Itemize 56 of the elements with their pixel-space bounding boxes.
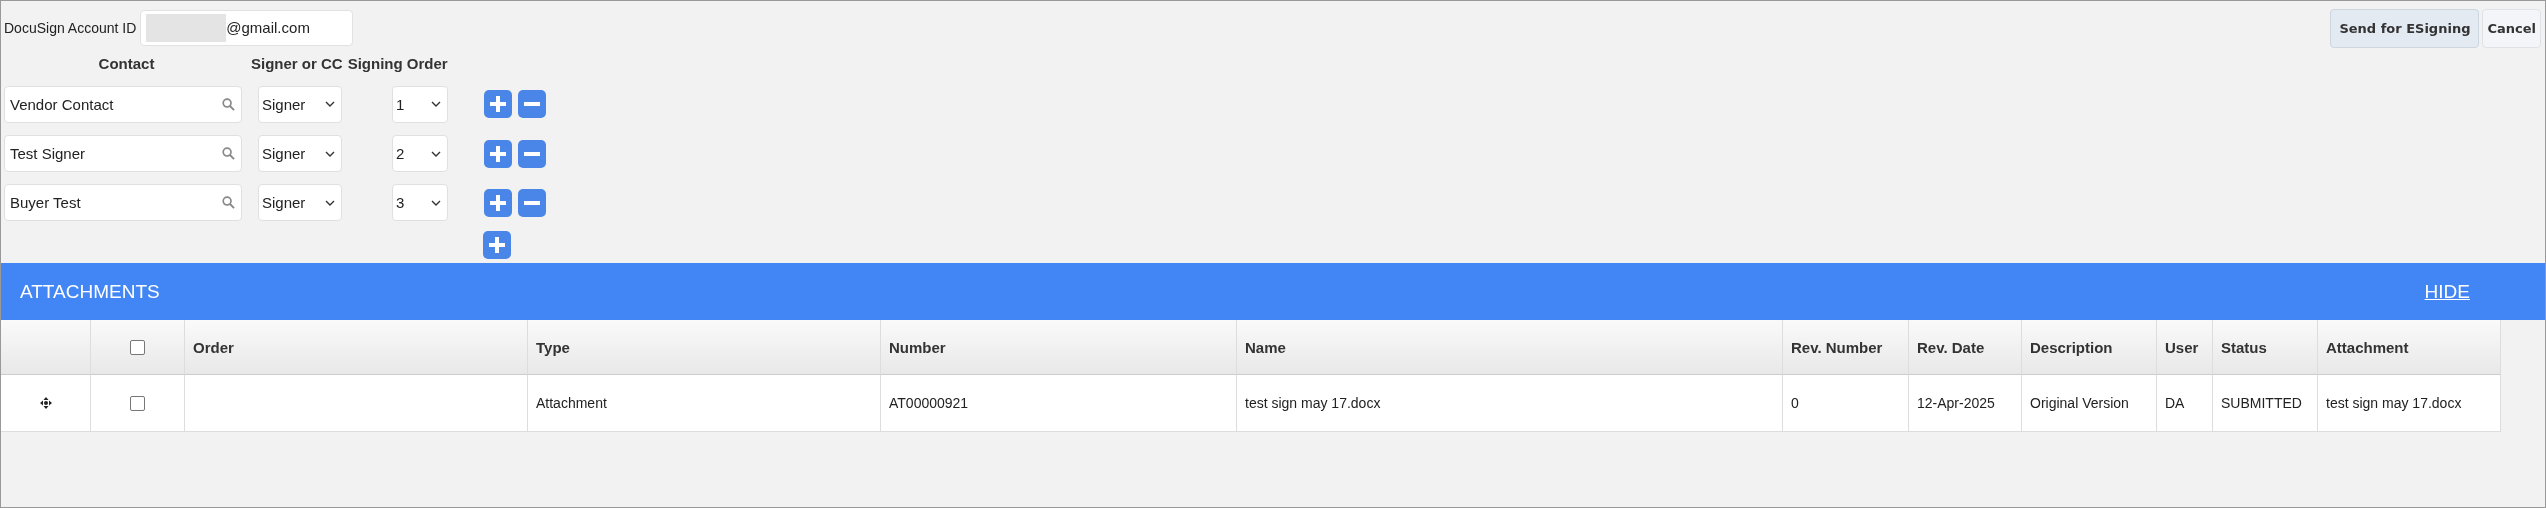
add-button[interactable] xyxy=(484,188,512,217)
cancel-button[interactable]: Cancel xyxy=(2482,9,2541,48)
column-header: Attachment xyxy=(2318,320,2501,375)
account-id-field[interactable]: @gmail.com xyxy=(140,9,354,46)
column-header: Name xyxy=(1237,320,1783,375)
table-cell: test sign may 17.docx xyxy=(1237,375,1783,432)
table-cell: DA xyxy=(2157,375,2213,432)
table-cell: SUBMITTED xyxy=(2213,375,2318,432)
role-dropdown[interactable]: Signer xyxy=(258,135,342,173)
order-dropdown[interactable]: 1 xyxy=(392,86,448,123)
table-cell: 12-Apr-2025 xyxy=(1909,375,2022,432)
column-header: Rev. Date xyxy=(1909,320,2022,375)
column-header: Type xyxy=(528,320,881,375)
send-button[interactable]: Send for ESigning xyxy=(2330,9,2480,48)
caret-icon xyxy=(325,150,335,157)
search-icon[interactable] xyxy=(222,196,235,210)
search-icon[interactable] xyxy=(222,147,235,161)
role-dropdown[interactable]: Signer xyxy=(258,184,342,222)
table-cell: Original Version xyxy=(2022,375,2157,432)
hide-link[interactable]: HIDE xyxy=(2424,280,2470,303)
column-header: Rev. Number xyxy=(1783,320,1909,375)
order-dropdown[interactable]: 2 xyxy=(392,135,448,173)
select-all-checkbox[interactable] xyxy=(130,339,145,355)
row-checkbox[interactable] xyxy=(130,395,145,411)
column-header: Description xyxy=(2022,320,2157,375)
search-icon[interactable] xyxy=(222,98,235,111)
table-cell: 0 xyxy=(1783,375,1909,432)
caret-icon xyxy=(431,199,441,206)
column-header: Order xyxy=(185,320,528,375)
role-dropdown[interactable]: Signer xyxy=(258,86,342,123)
caret-icon xyxy=(325,101,335,108)
caret-icon xyxy=(325,199,335,206)
order-dropdown[interactable]: 3 xyxy=(392,184,448,222)
table-cell: Attachment xyxy=(528,375,881,432)
column-heading: Contact xyxy=(97,54,156,72)
section-title: ATTACHMENTS xyxy=(20,280,160,303)
caret-icon xyxy=(431,150,441,157)
add-button[interactable] xyxy=(483,231,511,260)
column-heading: Signer or CC xyxy=(251,54,343,72)
contact-field[interactable]: Test Signer xyxy=(4,135,242,173)
table-cell: test sign may 17.docx xyxy=(2318,375,2501,432)
drag-handle-icon[interactable] xyxy=(38,396,53,410)
account-id-label: DocuSign Account ID xyxy=(4,19,137,36)
remove-button[interactable] xyxy=(518,139,546,168)
remove-button[interactable] xyxy=(518,188,546,217)
table-cell: AT00000921 xyxy=(881,375,1237,432)
column-header: Number xyxy=(881,320,1237,375)
column-header: Status xyxy=(2213,320,2318,375)
column-header: User xyxy=(2157,320,2213,375)
column-heading: Signing Order xyxy=(347,54,448,72)
contact-field[interactable]: Buyer Test xyxy=(4,184,242,222)
add-button[interactable] xyxy=(484,139,512,168)
add-button[interactable] xyxy=(484,90,512,119)
remove-button[interactable] xyxy=(518,90,546,119)
contact-field[interactable]: Vendor Contact xyxy=(4,86,242,123)
caret-icon xyxy=(431,101,441,108)
